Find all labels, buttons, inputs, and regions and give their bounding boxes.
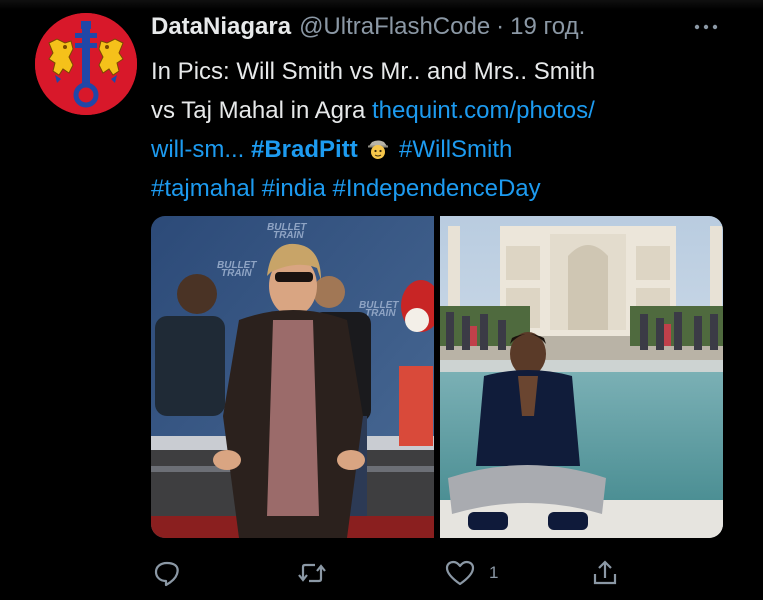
reply-button[interactable] <box>153 556 181 590</box>
tweet-text-line1: In Pics: Will Smith vs Mr.. and Mrs.. Sm… <box>151 58 596 85</box>
hashtag-india[interactable]: #india <box>262 175 326 202</box>
article-link-part1: thequint.com/photos/ <box>372 97 595 124</box>
banner-text-right-2: TRAIN <box>365 308 396 319</box>
tweet-timestamp[interactable]: 19 год. <box>510 13 585 41</box>
top-edge <box>0 0 763 10</box>
share-icon <box>593 560 617 585</box>
retweet-button[interactable] <box>297 556 327 590</box>
like-button[interactable]: 1 <box>445 556 498 590</box>
detective-emoji-icon <box>366 134 390 159</box>
article-link-part2: will-sm... <box>151 136 245 163</box>
avatar[interactable] <box>35 13 137 115</box>
hashtag-bradpitt[interactable]: #BradPitt <box>251 136 358 163</box>
hashtag-independenceday[interactable]: #IndependenceDay <box>332 175 540 202</box>
tweet-media[interactable]: BULLET TRAIN BULLET TRAIN BULLET TRAIN <box>151 216 723 538</box>
taj-mahal-photo[interactable] <box>440 216 723 538</box>
retweet-icon <box>298 563 326 583</box>
header-separator: · <box>496 13 505 40</box>
banner-text-top-2: TRAIN <box>273 230 304 241</box>
author-display-name[interactable]: DataNiagara <box>151 13 291 41</box>
banner-text-mid-2: TRAIN <box>221 268 252 279</box>
heart-icon <box>445 560 475 586</box>
tweet-header: DataNiagara @UltraFlashCode · 19 год. <box>151 13 585 43</box>
share-button[interactable] <box>591 556 619 590</box>
premiere-photo[interactable]: BULLET TRAIN BULLET TRAIN BULLET TRAIN <box>151 216 434 538</box>
hashtag-tajmahal[interactable]: #tajmahal <box>151 175 255 202</box>
author-handle[interactable]: @UltraFlashCode <box>299 13 490 41</box>
more-icon[interactable] <box>690 16 722 38</box>
reply-icon <box>154 561 179 587</box>
tweet-actions: 1 <box>151 556 621 590</box>
hashtag-willsmith[interactable]: #WillSmith <box>399 136 512 163</box>
tweet-text: In Pics: Will Smith vs Mr.. and Mrs.. Sm… <box>151 52 731 208</box>
coat-of-arms-icon <box>35 13 137 115</box>
like-count: 1 <box>489 563 499 582</box>
tweet-text-line2: vs Taj Mahal in Agra <box>151 97 373 124</box>
